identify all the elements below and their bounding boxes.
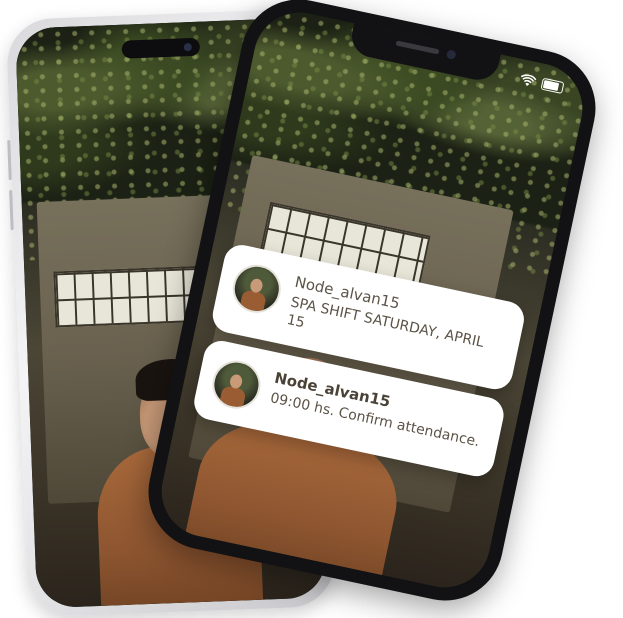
back-phone-volume-button-2 (9, 190, 14, 231)
camera-icon (445, 49, 457, 60)
mockup-stage: Node_alvan15 SPA SHIFT SATURDAY, APRIL 1… (0, 0, 623, 618)
speaker-icon (395, 40, 440, 55)
dynamic-island (121, 37, 201, 59)
avatar (228, 260, 286, 318)
avatar (207, 356, 265, 414)
back-phone-volume-button (7, 140, 12, 181)
camera-icon (183, 43, 192, 52)
